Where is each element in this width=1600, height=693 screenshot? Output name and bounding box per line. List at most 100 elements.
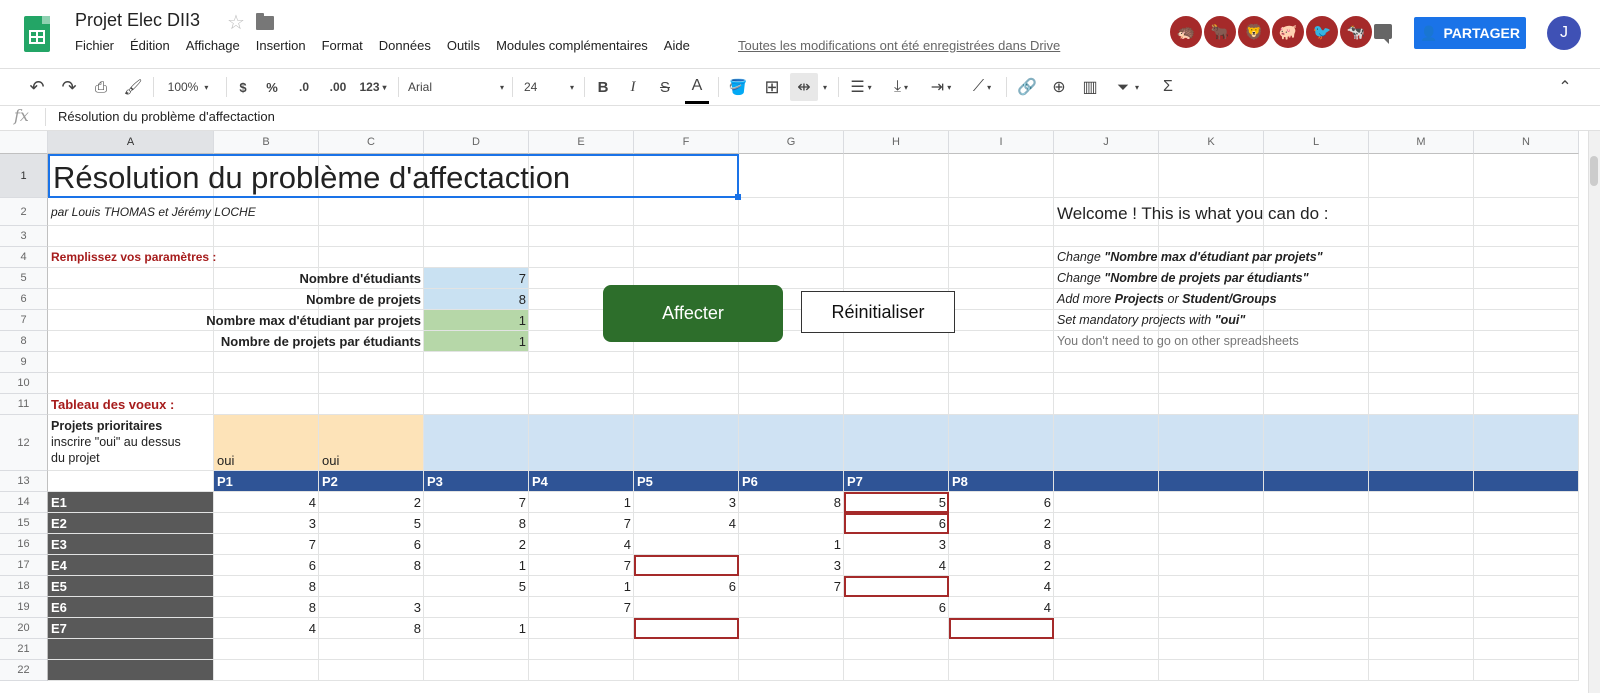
wish-cell[interactable]: 8 [214, 576, 319, 597]
row-header-14[interactable]: 14 [0, 492, 48, 513]
row-header-19[interactable]: 19 [0, 597, 48, 618]
column-header-i[interactable]: I [949, 131, 1054, 154]
collapse-toolbar-icon[interactable]: ⌃ [1552, 69, 1578, 105]
increase-decimal-button[interactable]: .00 [324, 69, 352, 105]
wish-cell[interactable]: 3 [844, 534, 949, 555]
wish-cell[interactable]: 7 [529, 555, 634, 576]
column-header-k[interactable]: K [1159, 131, 1264, 154]
wish-cell[interactable] [844, 618, 949, 639]
help-line-5[interactable]: You don't need to go on other spreadshee… [1054, 331, 1474, 352]
wish-cell[interactable]: 8 [319, 618, 424, 639]
text-color-button[interactable]: A [685, 71, 709, 104]
wish-cell[interactable]: 4 [634, 513, 739, 534]
wish-cell[interactable]: 7 [214, 534, 319, 555]
student-label-e4[interactable]: E4 [48, 555, 214, 576]
student-label-e6[interactable]: E6 [48, 597, 214, 618]
italic-button[interactable]: I [622, 69, 644, 105]
bull-icon[interactable]: 🐂 [1204, 16, 1236, 48]
wish-cell[interactable]: 1 [739, 534, 844, 555]
folder-icon[interactable] [256, 13, 274, 30]
menu-aide[interactable]: Aide [664, 38, 690, 53]
avatar[interactable]: J [1547, 16, 1581, 50]
wish-cell[interactable]: 1 [529, 492, 634, 513]
row-header-8[interactable]: 8 [0, 331, 48, 352]
project-header-p5[interactable]: P5 [634, 471, 739, 492]
wish-cell[interactable] [634, 534, 739, 555]
welcome-title[interactable]: Welcome ! This is what you can do : [1054, 200, 1474, 228]
project-header-p3[interactable]: P3 [424, 471, 529, 492]
wish-cell[interactable]: 7 [529, 513, 634, 534]
student-label-e5[interactable]: E5 [48, 576, 214, 597]
column-header-l[interactable]: L [1264, 131, 1369, 154]
wish-cell[interactable]: 7 [529, 597, 634, 618]
spreadsheet-grid[interactable]: A B C D E F G H I J K L M N 1 2 3 4 5 6 7 8 9 10 11 12 13 14 15 16 17 1… [0, 131, 1588, 693]
menu-format[interactable]: Format [322, 38, 363, 53]
project-header-p8[interactable]: P8 [949, 471, 1054, 492]
row-header-18[interactable]: 18 [0, 576, 48, 597]
column-header-j[interactable]: J [1054, 131, 1159, 154]
help-line-3[interactable]: Add more Projects or Student/Groups [1054, 289, 1474, 310]
student-label-e2[interactable]: E2 [48, 513, 214, 534]
wish-cell[interactable]: 6 [214, 555, 319, 576]
column-header-n[interactable]: N [1474, 131, 1579, 154]
wish-cell[interactable]: 3 [634, 492, 739, 513]
project-header-p6[interactable]: P6 [739, 471, 844, 492]
params-title[interactable]: Remplissez vos paramètres : [48, 247, 424, 268]
document-title[interactable]: Projet Elec DII3 [75, 10, 200, 31]
wish-cell[interactable]: 4 [214, 492, 319, 513]
wish-cell[interactable]: 8 [739, 492, 844, 513]
param-value-input[interactable]: 8 [424, 289, 529, 310]
row-header-2[interactable]: 2 [0, 198, 48, 226]
row-header-13[interactable]: 13 [0, 471, 48, 492]
student-label-e7[interactable]: E7 [48, 618, 214, 639]
param-label[interactable]: Nombre de projets par étudiants [48, 331, 424, 352]
wish-cell[interactable]: 6 [319, 534, 424, 555]
column-header-a[interactable]: A [48, 131, 214, 154]
reset-button[interactable]: Réinitialiser [801, 291, 955, 333]
scrollbar-thumb[interactable] [1590, 156, 1598, 186]
student-label-e3[interactable]: E3 [48, 534, 214, 555]
wish-cell[interactable] [739, 513, 844, 534]
student-label-e1[interactable]: E1 [48, 492, 214, 513]
wish-cell[interactable] [634, 597, 739, 618]
project-header-p7[interactable]: P7 [844, 471, 949, 492]
wish-cell[interactable]: 4 [529, 534, 634, 555]
borders-icon[interactable]: ⊞ [760, 69, 784, 105]
wish-cell[interactable]: 8 [214, 597, 319, 618]
redo-icon[interactable]: ↷ [56, 69, 82, 105]
priority-input-p1[interactable]: oui [214, 415, 319, 471]
project-header-p1[interactable]: P1 [214, 471, 319, 492]
percent-button[interactable]: % [262, 69, 282, 105]
sheets-logo-icon[interactable] [24, 16, 50, 52]
wish-cell[interactable]: 6 [949, 492, 1054, 513]
menu-affichage[interactable]: Affichage [186, 38, 240, 53]
wish-cell[interactable]: 4 [214, 618, 319, 639]
param-label[interactable]: Nombre de projets [48, 289, 424, 310]
menu-fichier[interactable]: Fichier [75, 38, 114, 53]
wishes-title[interactable]: Tableau des voeux : [48, 394, 424, 415]
wish-cell[interactable] [739, 597, 844, 618]
wish-cell[interactable] [319, 576, 424, 597]
help-line-1[interactable]: Change "Nombre max d'étudiant par projet… [1054, 247, 1474, 268]
hedgehog-icon[interactable]: 🦔 [1170, 16, 1202, 48]
affecter-button[interactable]: Affecter [603, 285, 783, 342]
text-wrap-icon[interactable]: ⇥ ▾ [926, 69, 956, 105]
column-header-m[interactable]: M [1369, 131, 1474, 154]
wish-cell[interactable] [529, 618, 634, 639]
cow-icon[interactable]: 🐄 [1340, 16, 1372, 48]
help-line-2[interactable]: Change "Nombre de projets par étudiants" [1054, 268, 1474, 289]
param-label[interactable]: Nombre d'étudiants [48, 268, 424, 289]
wish-cell[interactable]: 2 [319, 492, 424, 513]
lion-icon[interactable]: 🦁 [1238, 16, 1270, 48]
wish-cell[interactable]: 1 [424, 618, 529, 639]
wish-cell[interactable] [739, 618, 844, 639]
bold-button[interactable]: B [592, 69, 614, 105]
functions-button[interactable]: Σ [1156, 69, 1180, 105]
row-header-7[interactable]: 7 [0, 310, 48, 331]
wish-cell[interactable]: 8 [424, 513, 529, 534]
formula-input[interactable]: Résolution du problème d'affectaction [58, 109, 275, 124]
wish-cell[interactable]: 1 [424, 555, 529, 576]
comment-icon[interactable] [1374, 24, 1392, 44]
menu-modules[interactable]: Modules complémentaires [496, 38, 648, 53]
row-header-15[interactable]: 15 [0, 513, 48, 534]
